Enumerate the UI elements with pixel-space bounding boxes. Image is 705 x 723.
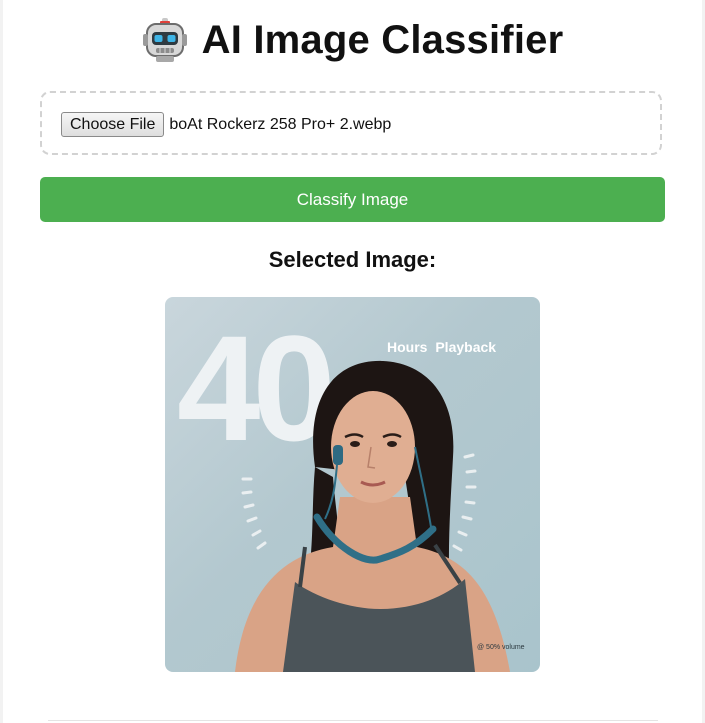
classify-image-button[interactable]: Classify Image [40, 177, 665, 222]
app-container: AI Image Classifier Choose File boAt Roc… [3, 0, 702, 723]
volume-footnote: @ 50% volume [477, 644, 525, 651]
choose-file-button[interactable]: Choose File [61, 112, 165, 137]
selected-image-preview: 40 Hours Playback @ 50% volume [165, 297, 540, 672]
robot-icon [142, 18, 187, 62]
product-photo [235, 360, 510, 672]
divider [48, 720, 658, 721]
page-title: AI Image Classifier [201, 17, 564, 62]
file-drop-zone[interactable]: Choose File boAt Rockerz 258 Pro+ 2.webp [40, 91, 662, 155]
selected-image-heading: Selected Image: [268, 247, 437, 272]
selected-file-name: boAt Rockerz 258 Pro+ 2.webp [169, 115, 392, 133]
page-header: AI Image Classifier [3, 14, 702, 66]
file-input[interactable]: Choose File boAt Rockerz 258 Pro+ 2.webp [61, 112, 391, 137]
